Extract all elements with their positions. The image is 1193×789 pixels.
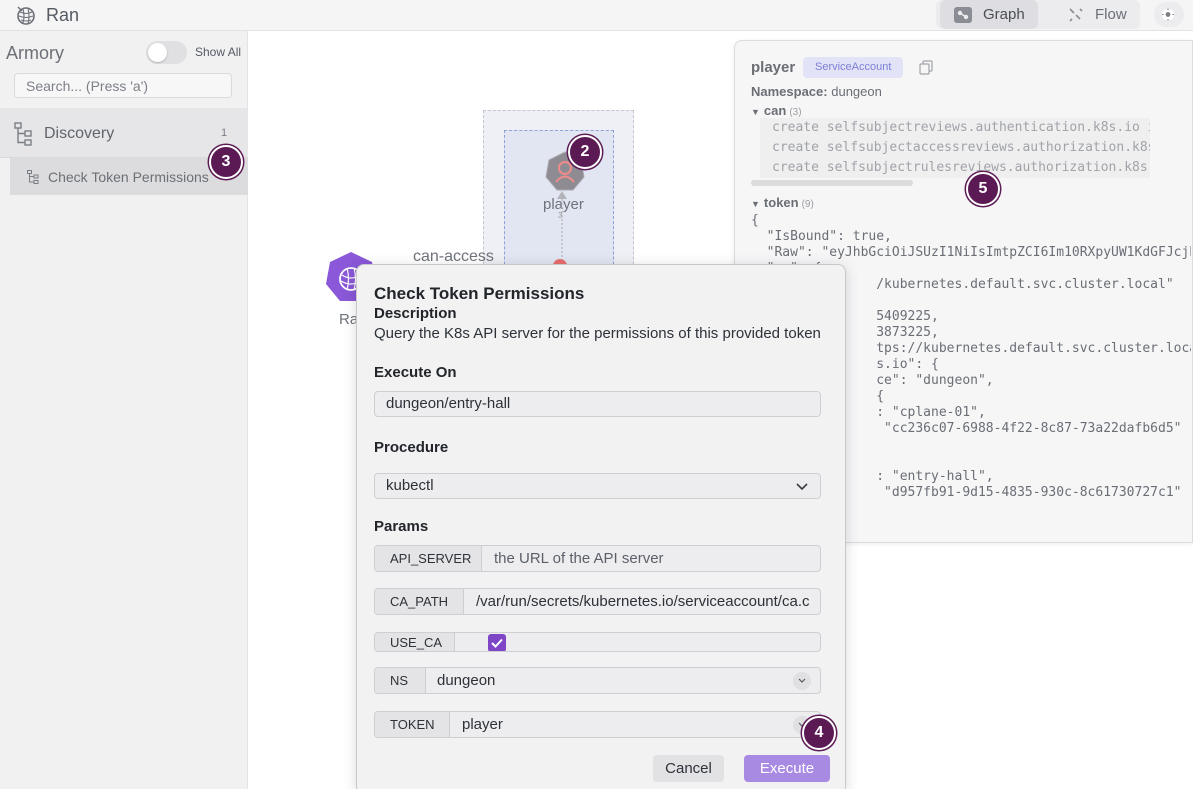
param-key: API_SERVER [375, 546, 482, 571]
token-line: { [751, 213, 759, 228]
yarn-logo-icon [17, 6, 35, 25]
view-switcher: Graph Flow [936, 0, 1140, 29]
params-label: Params [374, 518, 429, 535]
param-api-server: API_SERVER the URL of the API server [374, 545, 821, 572]
group-label: Discovery [44, 125, 115, 142]
tree-icon [14, 122, 32, 146]
graph-icon [954, 6, 972, 23]
token-section-toggle[interactable]: ▼ token (9) [751, 195, 814, 210]
param-key: TOKEN [375, 712, 450, 737]
can-line: create selfsubjectreviews.authentication… [772, 120, 1150, 135]
cancel-button[interactable]: Cancel [653, 755, 724, 782]
theme-toggle-button[interactable] [1154, 2, 1184, 27]
sidebar-title: Armory [6, 43, 64, 63]
graph-view-label: Graph [983, 6, 1025, 23]
execute-on-label: Execute On [374, 364, 457, 381]
sun-icon [1162, 8, 1174, 21]
can-list: create selfsubjectreviews.authentication… [760, 118, 1150, 178]
step-marker: 5 [966, 172, 1000, 206]
step-marker: 4 [802, 716, 836, 750]
armory-search-input[interactable]: Search... (Press 'a') [14, 73, 232, 98]
top-bar: Ran Graph Flow [0, 0, 1193, 31]
can-count: (3) [789, 107, 802, 118]
can-section-toggle[interactable]: ▼ can (3) [751, 103, 802, 118]
namespace-row: Namespace: dungeon [751, 84, 882, 99]
step-marker: 2 [568, 135, 602, 169]
flow-icon [1069, 7, 1083, 22]
token-select[interactable]: player [462, 716, 503, 733]
use-ca-checkbox[interactable] [488, 634, 506, 651]
chevron-down-icon [796, 483, 808, 491]
description-text: Query the K8s API server for the permiss… [374, 325, 821, 342]
show-all-label: Show All [195, 45, 242, 59]
step-marker: 3 [209, 145, 243, 179]
armory-sidebar: Armory Show All Search... (Press 'a') Di… [0, 31, 248, 789]
execute-on-field[interactable]: dungeon/entry-hall [374, 391, 821, 417]
group-count: 1 [221, 127, 228, 139]
token-line: "IsBound": true, [751, 229, 892, 244]
namespace-label: Namespace: [751, 84, 828, 99]
can-line: create selfsubjectaccessreviews.authoriz… [772, 140, 1150, 155]
procedure-label: Procedure [374, 439, 449, 456]
horizontal-scrollbar[interactable] [751, 180, 913, 186]
procedure-select[interactable]: kubectl [374, 473, 821, 499]
copy-icon[interactable] [919, 60, 933, 75]
ca-path-input[interactable]: /var/run/secrets/kubernetes.io/serviceac… [476, 593, 810, 610]
ns-select[interactable]: dungeon [437, 672, 495, 689]
param-key: NS [375, 668, 426, 693]
flow-view-button[interactable]: Flow [1054, 0, 1138, 29]
procedure-value: kubectl [386, 477, 434, 494]
caret-down-icon: ▼ [751, 199, 760, 209]
description-label: Description [374, 305, 457, 322]
checkmark-icon [491, 638, 503, 648]
param-key: CA_PATH [375, 589, 464, 614]
chevron-down-icon [798, 678, 806, 683]
can-label: can [763, 103, 787, 118]
modal-title: Check Token Permissions [374, 284, 585, 303]
kind-badge: ServiceAccount [803, 57, 904, 78]
param-ca-path: CA_PATH /var/run/secrets/kubernetes.io/s… [374, 588, 821, 615]
param-key: USE_CA [375, 633, 455, 651]
param-use-ca: USE_CA [374, 632, 821, 652]
procedure-icon [27, 170, 39, 184]
caret-down-icon: ▼ [751, 107, 760, 117]
item-label: Check Token Permissions [48, 169, 209, 185]
api-server-input[interactable]: the URL of the API server [494, 550, 664, 567]
token-line: "Raw": "eyJhbGciOiJSUzI1NiIsImtpZCI6Im10… [751, 245, 1191, 260]
show-all-toggle[interactable] [146, 41, 187, 64]
flow-view-label: Flow [1095, 6, 1127, 23]
token-count: (9) [801, 199, 814, 210]
sidebar-group-discovery[interactable]: Discovery 1 [0, 108, 248, 158]
procedure-modal: Check Token Permissions Description Quer… [356, 264, 846, 789]
param-token: TOKEN player [374, 711, 821, 738]
can-line: create selfsubjectrulesreviews.authoriza… [772, 160, 1150, 175]
namespace-value: dungeon [831, 84, 882, 99]
token-label: token [763, 195, 799, 210]
graph-view-button[interactable]: Graph [940, 0, 1038, 29]
toggle-knob [148, 43, 167, 62]
execute-button[interactable]: Execute [744, 755, 830, 782]
edge-count-label: 3 [558, 211, 563, 220]
param-ns: NS dungeon [374, 667, 821, 694]
ns-dropdown-button[interactable] [793, 672, 811, 690]
app-title: Ran [46, 5, 80, 25]
details-name: player [751, 59, 796, 76]
